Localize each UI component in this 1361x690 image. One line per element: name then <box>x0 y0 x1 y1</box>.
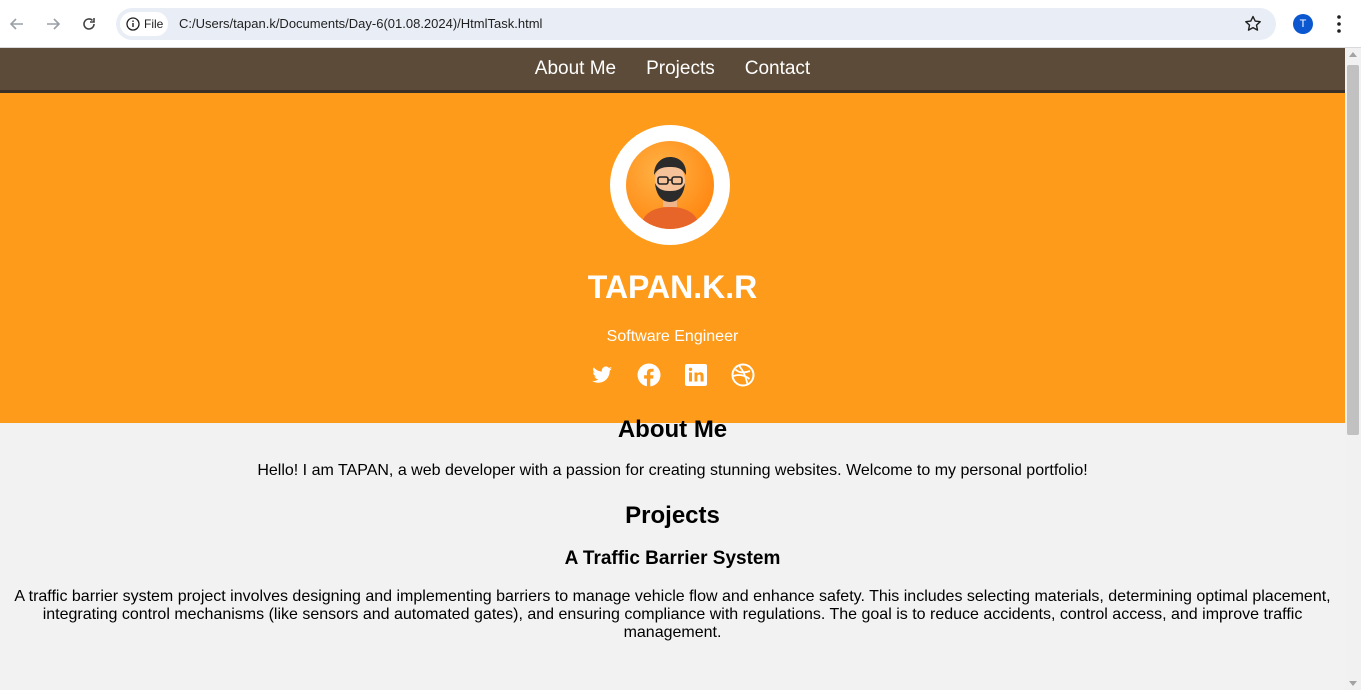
info-icon <box>126 17 140 31</box>
site-nav: About Me Projects Contact <box>0 48 1345 93</box>
bookmark-star-icon[interactable] <box>1243 14 1263 34</box>
back-arrow-icon <box>9 18 23 30</box>
profile-picture <box>610 125 730 245</box>
nav-link-about[interactable]: About Me <box>535 58 616 80</box>
dribbble-icon[interactable] <box>731 363 755 387</box>
page-viewport: About Me Projects Contact TAPAN.K.R Soft… <box>0 48 1345 690</box>
social-links <box>0 363 1345 387</box>
avatar-illustration <box>640 157 700 229</box>
reload-button[interactable] <box>76 11 102 37</box>
projects-heading: Projects <box>625 502 720 529</box>
hero-name: TAPAN.K.R <box>587 269 758 305</box>
profile-avatar-illustration <box>626 141 714 229</box>
browser-toolbar: File C:/Users/tapan.k/Documents/Day-6(01… <box>0 0 1361 48</box>
about-heading: About Me <box>617 416 728 443</box>
profile-avatar[interactable]: T <box>1293 14 1313 34</box>
scroll-down-arrow-icon[interactable] <box>1349 681 1357 686</box>
nav-link-contact[interactable]: Contact <box>745 58 810 80</box>
twitter-icon[interactable] <box>590 363 614 387</box>
more-menu-icon[interactable] <box>1330 14 1348 34</box>
address-bar[interactable]: File C:/Users/tapan.k/Documents/Day-6(01… <box>116 8 1276 40</box>
forward-arrow-icon <box>47 18 61 30</box>
vertical-scrollbar[interactable] <box>1345 48 1361 690</box>
nav-link-projects[interactable]: Projects <box>646 58 715 80</box>
site-info-chip[interactable]: File <box>120 12 168 36</box>
forward-button[interactable] <box>40 11 66 37</box>
file-chip-label: File <box>144 17 164 31</box>
project-title: A Traffic Barrier System <box>564 548 781 569</box>
url-text[interactable]: C:/Users/tapan.k/Documents/Day-6(01.08.2… <box>179 16 542 31</box>
about-text: Hello! I am TAPAN, a web developer with … <box>257 462 1088 479</box>
project-description: A traffic barrier system project involve… <box>14 588 1331 641</box>
facebook-icon[interactable] <box>637 363 661 387</box>
hero-section: TAPAN.K.R Software Engineer <box>0 93 1345 423</box>
back-button[interactable] <box>4 11 30 37</box>
reload-icon <box>83 18 95 30</box>
scrollbar-thumb[interactable] <box>1347 65 1359 435</box>
hero-job-title: Software Engineer <box>606 328 739 345</box>
scroll-up-arrow-icon[interactable] <box>1349 52 1357 57</box>
linkedin-icon[interactable] <box>684 363 708 387</box>
